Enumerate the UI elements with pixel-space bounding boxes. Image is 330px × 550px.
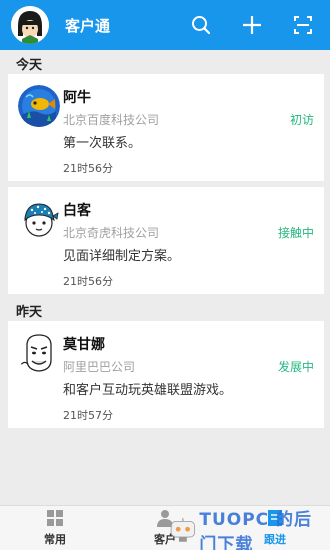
- customer-card[interactable]: 莫甘娜 阿里巴巴公司 发展中 和客户互动玩英雄联盟游戏。 21时57分: [8, 321, 324, 428]
- follow-up-time: 21时56分: [63, 275, 113, 288]
- status-badge: 初访: [289, 113, 314, 127]
- customer-card[interactable]: 阿牛 北京百度科技公司 初访 第一次联系。 21时56分: [8, 74, 324, 181]
- top-bar: 客户通: [0, 0, 330, 50]
- customer-company: 北京奇虎科技公司: [63, 226, 160, 240]
- follow-up-time: 21时56分: [63, 162, 113, 175]
- bandana-avatar-icon: [18, 198, 60, 240]
- nav-tab-common[interactable]: 常用: [0, 506, 110, 550]
- follow-up-note: 见面详细制定方案。: [63, 249, 181, 264]
- customer-card[interactable]: 白客 北京奇虎科技公司 接触中 见面详细制定方案。 21时56分: [8, 187, 324, 294]
- section-header-today: 今天: [16, 57, 43, 73]
- watermark: TUOPC 的后门下载: [168, 510, 330, 550]
- fish-avatar-icon: [18, 85, 60, 127]
- grid-icon: [45, 509, 65, 527]
- customer-company: 北京百度科技公司: [63, 113, 160, 127]
- plus-icon[interactable]: [239, 12, 265, 38]
- follow-up-note: 和客户互动玩英雄联盟游戏。: [63, 383, 233, 398]
- nav-label: 常用: [44, 533, 66, 546]
- user-avatar[interactable]: [11, 6, 49, 44]
- follow-up-time: 21时57分: [63, 409, 113, 422]
- watermark-text: TUOPC 的后门下载: [199, 510, 313, 550]
- follow-up-note: 第一次联系。: [63, 136, 142, 151]
- customer-name: 阿牛: [63, 90, 91, 106]
- app-title: 客户通: [65, 16, 111, 35]
- customer-name: 白客: [63, 203, 91, 219]
- section-header-yesterday: 昨天: [16, 304, 43, 320]
- robot-mascot-icon: [170, 518, 196, 542]
- status-badge: 发展中: [277, 360, 314, 374]
- customer-name: 莫甘娜: [63, 337, 105, 353]
- status-badge: 接触中: [277, 226, 314, 240]
- scan-icon[interactable]: [290, 12, 316, 38]
- search-icon[interactable]: [188, 12, 214, 38]
- customer-company: 阿里巴巴公司: [63, 360, 136, 374]
- meme-face-avatar-icon: [18, 332, 60, 374]
